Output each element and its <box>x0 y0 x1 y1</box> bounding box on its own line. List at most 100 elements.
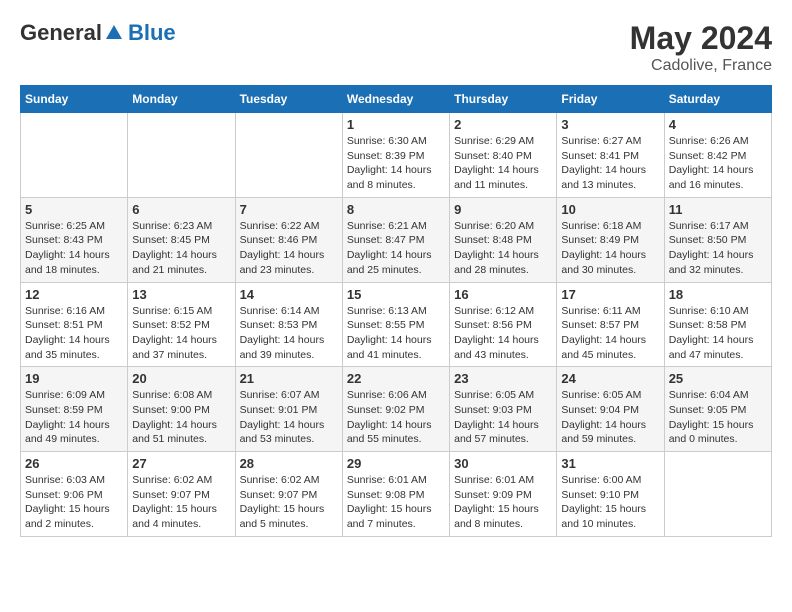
day-info: Sunrise: 6:02 AM Sunset: 9:07 PM Dayligh… <box>132 473 230 532</box>
day-number: 30 <box>454 456 552 471</box>
day-number: 1 <box>347 117 445 132</box>
week-row-1: 1Sunrise: 6:30 AM Sunset: 8:39 PM Daylig… <box>21 113 772 198</box>
calendar-cell: 21 Sunrise: 6:07 AM Sunset: 9:01 PM Dayli… <box>235 367 342 452</box>
day-info: Sunrise: 6:12 AM Sunset: 8:56 PM Dayligh… <box>454 304 552 363</box>
days-header-row: SundayMondayTuesdayWednesdayThursdayFrid… <box>21 86 772 113</box>
day-number: 16 <box>454 287 552 302</box>
calendar-cell <box>664 452 771 537</box>
calendar-cell: 29Sunrise: 6:01 AM Sunset: 9:08 PM Dayli… <box>342 452 449 537</box>
day-number: 12 <box>25 287 123 302</box>
calendar-cell: 31 Sunrise: 6:00 AM Sunset: 9:10 PM Dayli… <box>557 452 664 537</box>
day-number: 4 <box>669 117 767 132</box>
logo-blue: Blue <box>128 20 176 46</box>
calendar-cell: 22 Sunrise: 6:06 AM Sunset: 9:02 PM Dayli… <box>342 367 449 452</box>
day-info: Sunrise: 6:10 AM Sunset: 8:58 PM Dayligh… <box>669 304 767 363</box>
day-number: 5 <box>25 202 123 217</box>
day-info: Sunrise: 6:22 AM Sunset: 8:46 PM Dayligh… <box>240 219 338 278</box>
day-info: Sunrise: 6:05 AM Sunset: 9:04 PM Dayligh… <box>561 388 659 447</box>
day-number: 13 <box>132 287 230 302</box>
day-number: 22 <box>347 371 445 386</box>
day-number: 24 <box>561 371 659 386</box>
title-block: May 2024 Cadolive, France <box>630 20 772 75</box>
week-row-2: 5 Sunrise: 6:25 AM Sunset: 8:43 PM Daylig… <box>21 197 772 282</box>
calendar-cell: 26 Sunrise: 6:03 AM Sunset: 9:06 PM Dayli… <box>21 452 128 537</box>
calendar-cell: 9 Sunrise: 6:20 AM Sunset: 8:48 PM Daylig… <box>450 197 557 282</box>
day-info: Sunrise: 6:09 AM Sunset: 8:59 PM Dayligh… <box>25 388 123 447</box>
day-info: Sunrise: 6:02 AM Sunset: 9:07 PM Dayligh… <box>240 473 338 532</box>
calendar-cell: 12 Sunrise: 6:16 AM Sunset: 8:51 PM Dayli… <box>21 282 128 367</box>
day-number: 7 <box>240 202 338 217</box>
day-info: Sunrise: 6:01 AM Sunset: 9:09 PM Dayligh… <box>454 473 552 532</box>
calendar-cell: 10Sunrise: 6:18 AM Sunset: 8:49 PM Dayli… <box>557 197 664 282</box>
day-info: Sunrise: 6:07 AM Sunset: 9:01 PM Dayligh… <box>240 388 338 447</box>
calendar-cell: 11Sunrise: 6:17 AM Sunset: 8:50 PM Dayli… <box>664 197 771 282</box>
day-number: 19 <box>25 371 123 386</box>
month-year: May 2024 <box>630 20 772 57</box>
day-number: 18 <box>669 287 767 302</box>
calendar-cell: 27 Sunrise: 6:02 AM Sunset: 9:07 PM Dayli… <box>128 452 235 537</box>
week-row-4: 19 Sunrise: 6:09 AM Sunset: 8:59 PM Dayli… <box>21 367 772 452</box>
day-number: 21 <box>240 371 338 386</box>
day-info: Sunrise: 6:13 AM Sunset: 8:55 PM Dayligh… <box>347 304 445 363</box>
page-header: General Blue May 2024 Cadolive, France <box>20 20 772 75</box>
day-number: 26 <box>25 456 123 471</box>
day-info: Sunrise: 6:01 AM Sunset: 9:08 PM Dayligh… <box>347 473 445 532</box>
day-header-tuesday: Tuesday <box>235 86 342 113</box>
calendar-cell: 5 Sunrise: 6:25 AM Sunset: 8:43 PM Daylig… <box>21 197 128 282</box>
calendar-cell: 19 Sunrise: 6:09 AM Sunset: 8:59 PM Dayli… <box>21 367 128 452</box>
day-info: Sunrise: 6:04 AM Sunset: 9:05 PM Dayligh… <box>669 388 767 447</box>
calendar-table: SundayMondayTuesdayWednesdayThursdayFrid… <box>20 85 772 537</box>
day-info: Sunrise: 6:23 AM Sunset: 8:45 PM Dayligh… <box>132 219 230 278</box>
calendar-cell: 24 Sunrise: 6:05 AM Sunset: 9:04 PM Dayli… <box>557 367 664 452</box>
calendar-cell: 30 Sunrise: 6:01 AM Sunset: 9:09 PM Dayli… <box>450 452 557 537</box>
day-info: Sunrise: 6:14 AM Sunset: 8:53 PM Dayligh… <box>240 304 338 363</box>
calendar-cell <box>235 113 342 198</box>
day-info: Sunrise: 6:00 AM Sunset: 9:10 PM Dayligh… <box>561 473 659 532</box>
day-number: 15 <box>347 287 445 302</box>
day-info: Sunrise: 6:29 AM Sunset: 8:40 PM Dayligh… <box>454 134 552 193</box>
calendar-cell: 2Sunrise: 6:29 AM Sunset: 8:40 PM Daylig… <box>450 113 557 198</box>
calendar-cell: 18 Sunrise: 6:10 AM Sunset: 8:58 PM Dayli… <box>664 282 771 367</box>
logo: General Blue <box>20 20 176 46</box>
day-info: Sunrise: 6:03 AM Sunset: 9:06 PM Dayligh… <box>25 473 123 532</box>
day-info: Sunrise: 6:08 AM Sunset: 9:00 PM Dayligh… <box>132 388 230 447</box>
day-number: 31 <box>561 456 659 471</box>
day-number: 17 <box>561 287 659 302</box>
day-number: 11 <box>669 202 767 217</box>
day-header-monday: Monday <box>128 86 235 113</box>
calendar-cell: 16 Sunrise: 6:12 AM Sunset: 8:56 PM Dayli… <box>450 282 557 367</box>
calendar-cell: 1Sunrise: 6:30 AM Sunset: 8:39 PM Daylig… <box>342 113 449 198</box>
day-info: Sunrise: 6:05 AM Sunset: 9:03 PM Dayligh… <box>454 388 552 447</box>
calendar-cell <box>21 113 128 198</box>
logo-general: General <box>20 20 102 46</box>
calendar-cell: 14 Sunrise: 6:14 AM Sunset: 8:53 PM Dayli… <box>235 282 342 367</box>
calendar-cell: 13Sunrise: 6:15 AM Sunset: 8:52 PM Dayli… <box>128 282 235 367</box>
calendar-cell: 23 Sunrise: 6:05 AM Sunset: 9:03 PM Dayli… <box>450 367 557 452</box>
week-row-5: 26 Sunrise: 6:03 AM Sunset: 9:06 PM Dayli… <box>21 452 772 537</box>
logo-icon <box>104 23 124 43</box>
day-number: 10 <box>561 202 659 217</box>
calendar-cell <box>128 113 235 198</box>
day-number: 23 <box>454 371 552 386</box>
week-row-3: 12 Sunrise: 6:16 AM Sunset: 8:51 PM Dayli… <box>21 282 772 367</box>
calendar-cell: 15 Sunrise: 6:13 AM Sunset: 8:55 PM Dayli… <box>342 282 449 367</box>
day-header-thursday: Thursday <box>450 86 557 113</box>
day-info: Sunrise: 6:11 AM Sunset: 8:57 PM Dayligh… <box>561 304 659 363</box>
calendar-cell: 17 Sunrise: 6:11 AM Sunset: 8:57 PM Dayli… <box>557 282 664 367</box>
calendar-cell: 25Sunrise: 6:04 AM Sunset: 9:05 PM Dayli… <box>664 367 771 452</box>
day-number: 9 <box>454 202 552 217</box>
calendar-cell: 4Sunrise: 6:26 AM Sunset: 8:42 PM Daylig… <box>664 113 771 198</box>
day-number: 27 <box>132 456 230 471</box>
day-number: 20 <box>132 371 230 386</box>
day-number: 14 <box>240 287 338 302</box>
day-info: Sunrise: 6:25 AM Sunset: 8:43 PM Dayligh… <box>25 219 123 278</box>
day-info: Sunrise: 6:16 AM Sunset: 8:51 PM Dayligh… <box>25 304 123 363</box>
day-header-friday: Friday <box>557 86 664 113</box>
day-info: Sunrise: 6:20 AM Sunset: 8:48 PM Dayligh… <box>454 219 552 278</box>
day-number: 8 <box>347 202 445 217</box>
day-info: Sunrise: 6:06 AM Sunset: 9:02 PM Dayligh… <box>347 388 445 447</box>
day-info: Sunrise: 6:21 AM Sunset: 8:47 PM Dayligh… <box>347 219 445 278</box>
location: Cadolive, France <box>630 57 772 75</box>
day-header-sunday: Sunday <box>21 86 128 113</box>
calendar-cell: 8 Sunrise: 6:21 AM Sunset: 8:47 PM Daylig… <box>342 197 449 282</box>
